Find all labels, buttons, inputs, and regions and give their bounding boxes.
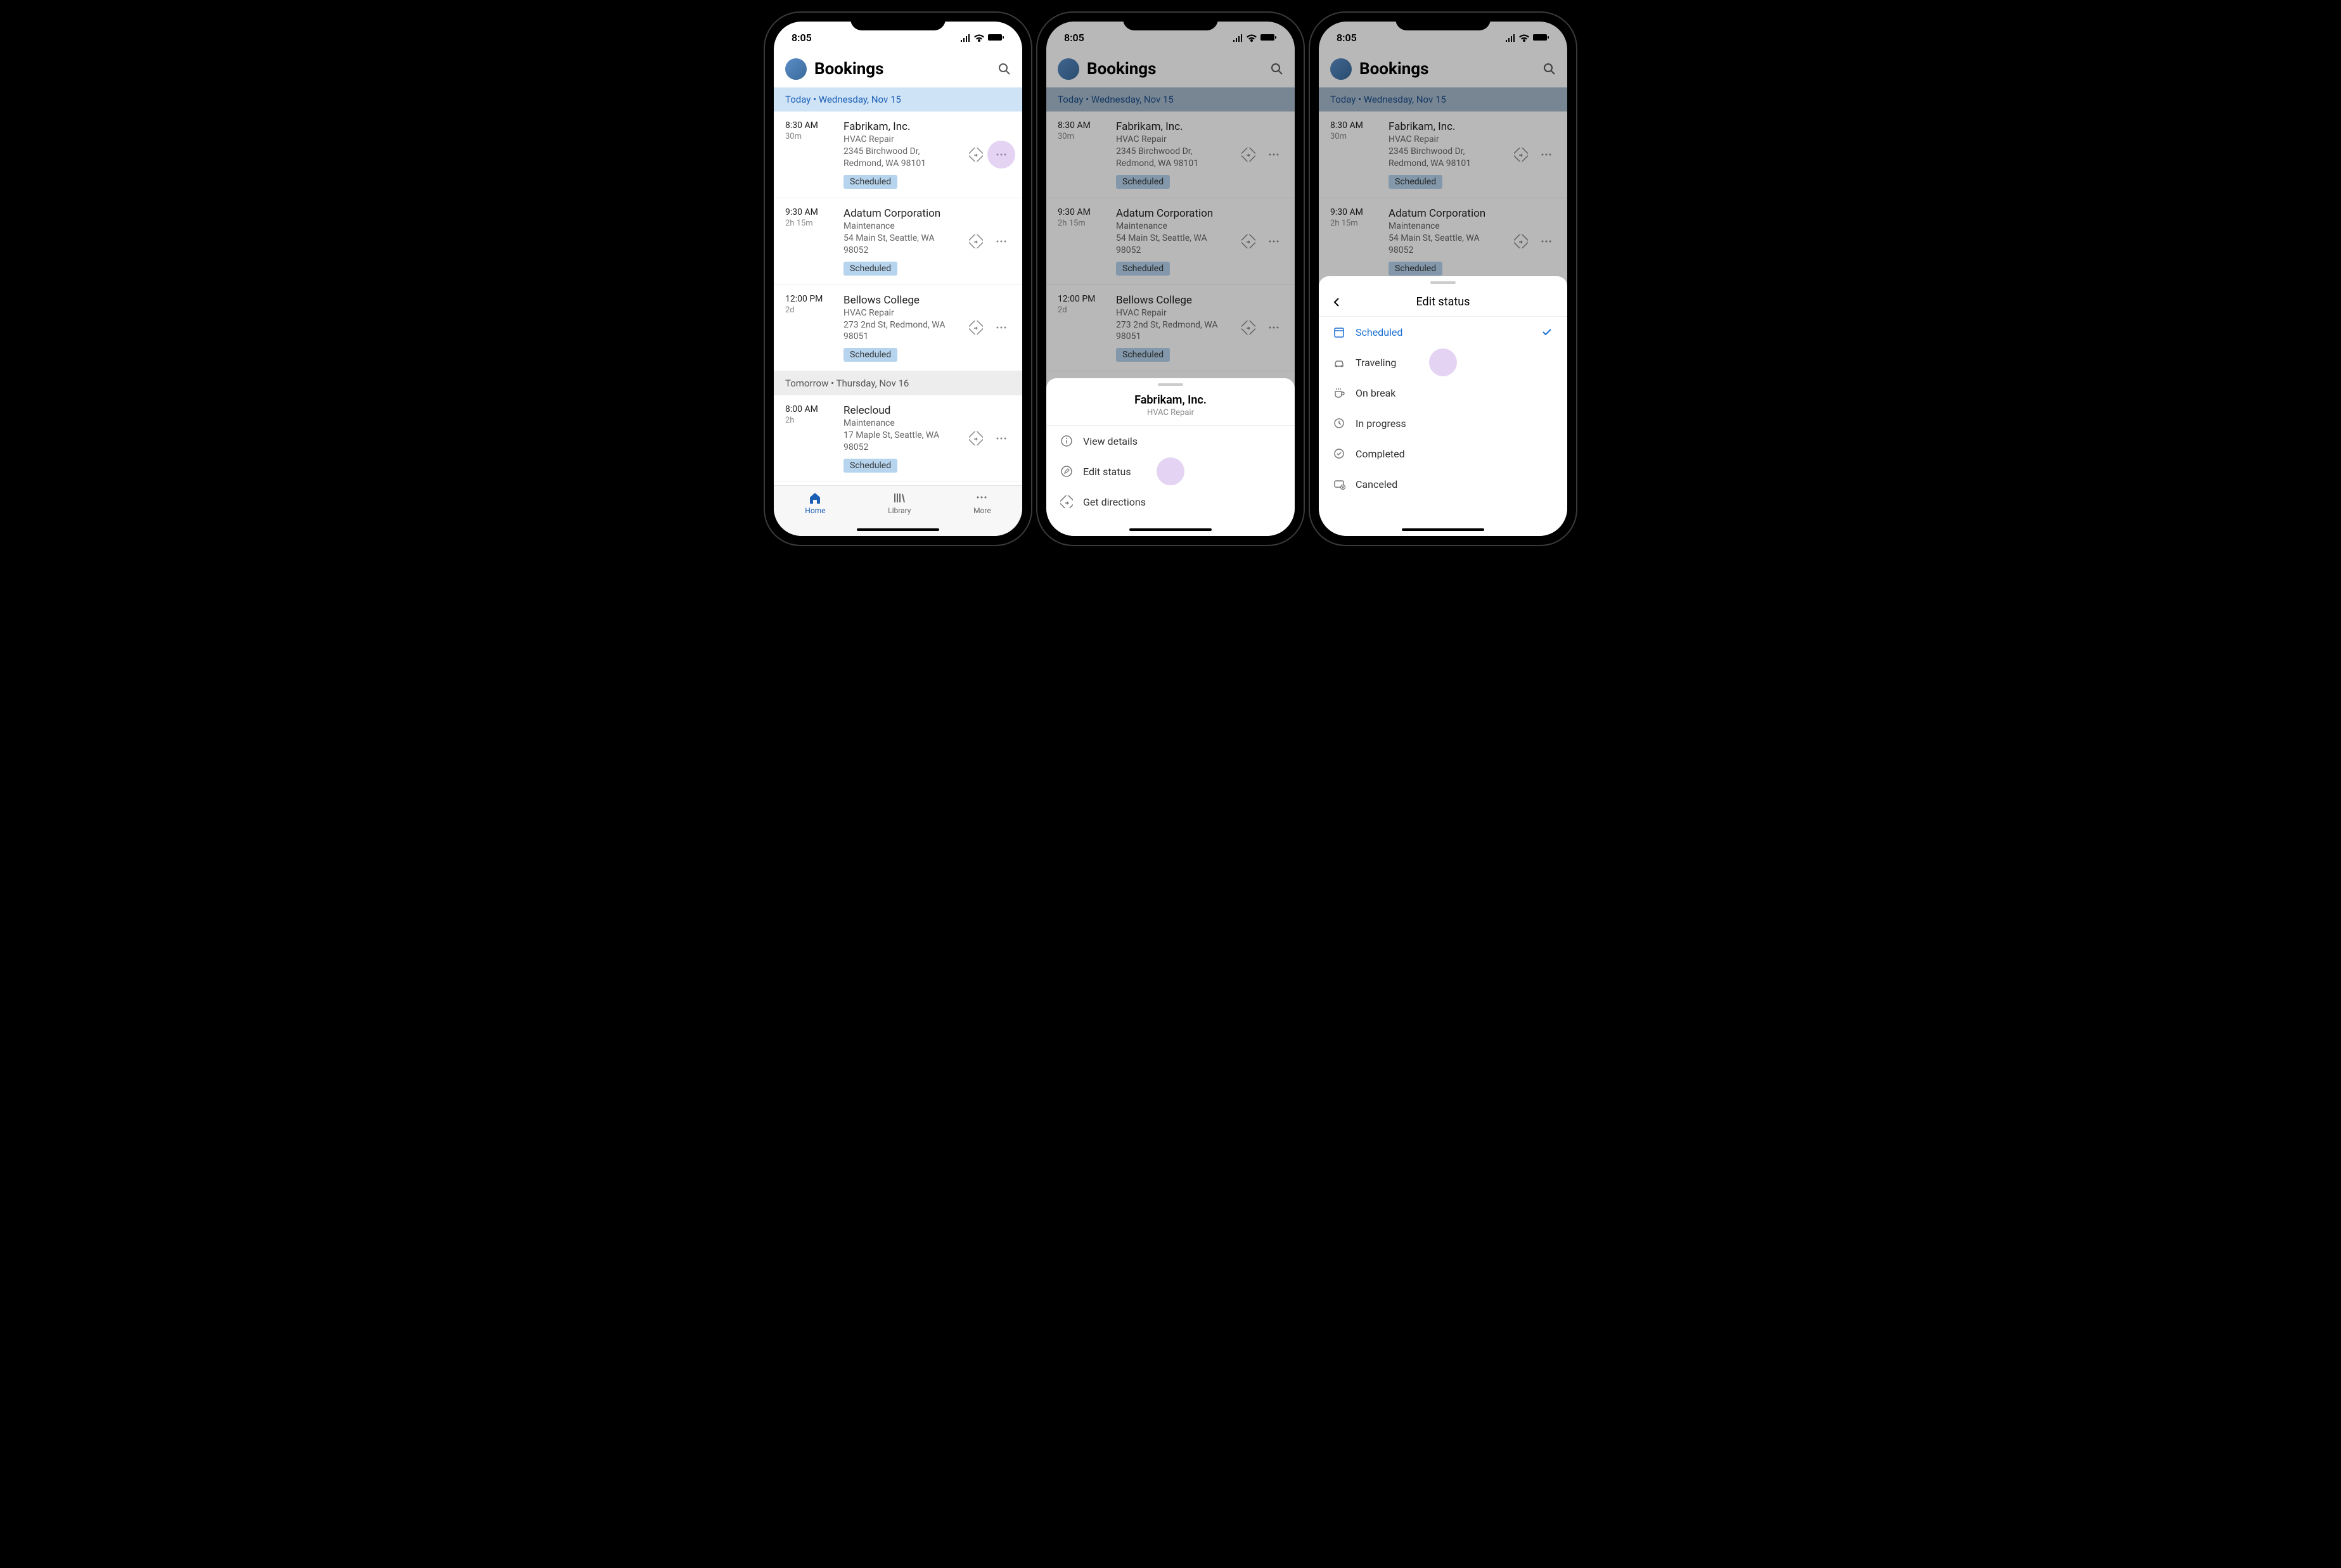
booking-address: 273 2nd St, Redmond, WA 98051 [843, 319, 958, 343]
sheet-grabber[interactable] [1430, 281, 1456, 284]
date-banner-tomorrow: Tomorrow • Thursday, Nov 16 [774, 371, 1022, 395]
car-icon [1333, 356, 1345, 369]
booking-title: Bellows College [843, 294, 958, 307]
status-badge: Scheduled [843, 262, 897, 276]
booking-row[interactable]: 8:00 AM 2h Relecloud Maintenance 17 Mapl… [774, 395, 1022, 482]
booking-time: 8:30 AM [785, 120, 835, 131]
booking-title: Adatum Corporation [843, 207, 958, 220]
sheet-item-view-details[interactable]: View details [1046, 426, 1295, 456]
booking-duration: 2h [785, 416, 835, 425]
status-badge: Scheduled [843, 175, 897, 189]
calendar-icon [1333, 326, 1345, 338]
date-banner-today: Today • Wednesday, Nov 15 [774, 87, 1022, 112]
more-button[interactable] [992, 232, 1011, 251]
nav-more[interactable]: More [973, 491, 991, 536]
check-icon [1541, 326, 1553, 338]
info-icon [1060, 435, 1073, 447]
phone-2: 8:05 Bookings Today • Wednesday, Nov 15 … [1037, 13, 1304, 545]
sheet-grabber[interactable] [1158, 383, 1183, 386]
booking-type: HVAC Repair [843, 134, 958, 144]
coffee-icon [1333, 386, 1345, 399]
booking-duration: 2h 15m [785, 219, 835, 228]
home-indicator[interactable] [857, 528, 939, 531]
page-title: Bookings [814, 60, 991, 79]
status-badge: Scheduled [843, 348, 897, 362]
phone-1: 8:05 Bookings Today • Wednesday, Nov 15 … [765, 13, 1031, 545]
booking-type: Maintenance [843, 221, 958, 231]
sheet-title: Edit status [1343, 295, 1543, 309]
header: Bookings [774, 53, 1022, 87]
home-icon [808, 491, 822, 505]
booking-title: Fabrikam, Inc. [843, 120, 958, 133]
booking-row[interactable]: 12:00 PM 2d Bellows College HVAC Repair … [774, 285, 1022, 372]
more-icon [975, 491, 989, 505]
status-option-canceled[interactable]: Canceled [1319, 469, 1567, 499]
back-icon[interactable] [1330, 296, 1343, 309]
status-option-scheduled[interactable]: Scheduled [1319, 317, 1567, 347]
clock-icon [1333, 417, 1345, 430]
search-icon[interactable] [998, 63, 1011, 75]
booking-row[interactable]: 8:30 AM 30m Fabrikam, Inc. HVAC Repair 2… [774, 112, 1022, 198]
edit-icon [1060, 465, 1073, 478]
wifi-icon [973, 33, 985, 42]
directions-button[interactable] [966, 145, 985, 164]
booking-row[interactable]: 9:30 AM 2h 15m Adatum Corporation Mainte… [774, 198, 1022, 285]
status-option-in-progress[interactable]: In progress [1319, 408, 1567, 438]
booking-address: 2345 Birchwood Dr, Redmond, WA 98101 [843, 146, 958, 170]
booking-time: 12:00 PM [785, 294, 835, 304]
booking-address: 17 Maple St, Seattle, WA 98052 [843, 430, 958, 454]
more-button[interactable] [992, 429, 1011, 448]
home-indicator[interactable] [1129, 528, 1212, 531]
booking-title: Relecloud [843, 404, 958, 417]
booking-time: 9:30 AM [785, 207, 835, 217]
edit-status-sheet: Edit status Scheduled Traveling On break… [1319, 276, 1567, 536]
booking-duration: 2d [785, 305, 835, 315]
more-button[interactable] [992, 145, 1011, 164]
check-circle-icon [1333, 447, 1345, 460]
directions-button[interactable] [966, 429, 985, 448]
booking-time: 8:00 AM [785, 404, 835, 414]
directions-icon [1060, 495, 1073, 508]
sheet-subtitle: HVAC Repair [1058, 408, 1283, 417]
status-option-on-break[interactable]: On break [1319, 378, 1567, 408]
status-time: 8:05 [792, 32, 812, 44]
directions-button[interactable] [966, 318, 985, 337]
booking-type: Maintenance [843, 418, 958, 428]
nav-home[interactable]: Home [805, 491, 825, 536]
avatar[interactable] [785, 58, 807, 80]
cancel-icon [1333, 478, 1345, 490]
signal-icon [960, 34, 970, 42]
sheet-title: Fabrikam, Inc. [1058, 393, 1283, 407]
action-sheet: Fabrikam, Inc. HVAC Repair View details … [1046, 378, 1295, 536]
directions-button[interactable] [966, 232, 985, 251]
booking-duration: 30m [785, 132, 835, 141]
sheet-item-edit-status[interactable]: Edit status [1046, 456, 1295, 487]
booking-type: HVAC Repair [843, 308, 958, 318]
sheet-item-get-directions[interactable]: Get directions [1046, 487, 1295, 517]
library-icon [892, 491, 906, 505]
status-option-completed[interactable]: Completed [1319, 438, 1567, 469]
battery-icon [988, 33, 1004, 42]
booking-address: 54 Main St, Seattle, WA 98052 [843, 233, 958, 257]
more-button[interactable] [992, 318, 1011, 337]
status-option-traveling[interactable]: Traveling [1319, 347, 1567, 378]
home-indicator[interactable] [1402, 528, 1484, 531]
status-badge: Scheduled [843, 459, 897, 473]
phone-3: 8:05 Bookings Today • Wednesday, Nov 15 … [1310, 13, 1576, 545]
